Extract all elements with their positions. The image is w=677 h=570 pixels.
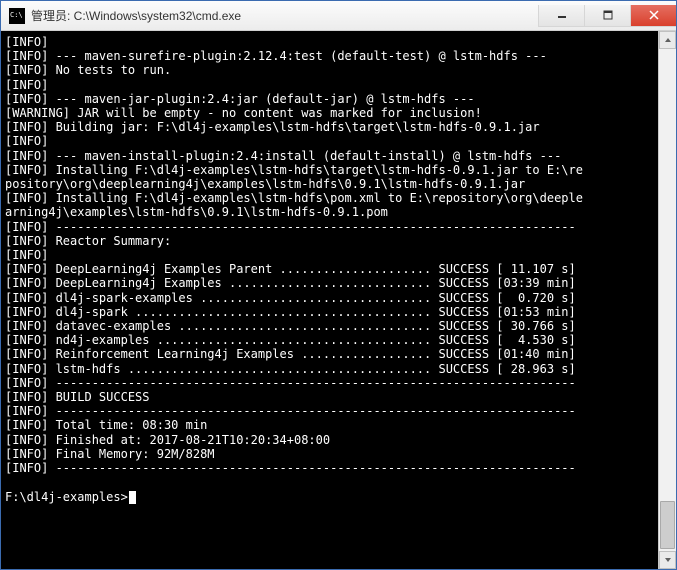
console-line: [INFO]	[5, 78, 48, 92]
console-line: [INFO] ---------------------------------…	[5, 461, 576, 475]
close-button[interactable]	[630, 5, 676, 27]
console-line: [INFO] Reactor Summary:	[5, 234, 171, 248]
console-line: [INFO]	[5, 248, 48, 262]
maximize-icon	[603, 10, 613, 20]
console-line: arning4j\examples\lstm-hdfs\0.9.1\lstm-h…	[5, 205, 388, 219]
console-line: [INFO] Building jar: F:\dl4j-examples\ls…	[5, 120, 540, 134]
console-line: [INFO] Installing F:\dl4j-examples\lstm-…	[5, 163, 583, 177]
close-icon	[649, 10, 659, 20]
console-line: [INFO] --- maven-surefire-plugin:2.12.4:…	[5, 49, 547, 63]
console-line: [INFO] --- maven-jar-plugin:2.4:jar (def…	[5, 92, 475, 106]
console-line: [INFO] nd4j-examples ...................…	[5, 333, 576, 347]
console-line: [WARNING] JAR will be empty - no content…	[5, 106, 482, 120]
maximize-button[interactable]	[584, 5, 630, 27]
console-line: [INFO] ---------------------------------…	[5, 220, 576, 234]
cmd-icon	[9, 8, 25, 24]
console-prompt: F:\dl4j-examples>	[5, 490, 128, 504]
console-area[interactable]: [INFO] [INFO] --- maven-surefire-plugin:…	[1, 31, 676, 569]
console-line: [INFO] dl4j-spark ......................…	[5, 305, 576, 319]
console-line: [INFO]	[5, 134, 48, 148]
cmd-window: 管理员: C:\Windows\system32\cmd.exe [INFO] …	[0, 0, 677, 570]
console-line: [INFO] Installing F:\dl4j-examples\lstm-…	[5, 191, 583, 205]
console-line: [INFO] Final Memory: 92M/828M	[5, 447, 215, 461]
console-line: [INFO] DeepLearning4j Examples .........…	[5, 276, 576, 290]
minimize-icon	[557, 10, 567, 20]
scroll-thumb[interactable]	[660, 501, 675, 549]
console-output: [INFO] [INFO] --- maven-surefire-plugin:…	[5, 35, 670, 504]
minimize-button[interactable]	[538, 5, 584, 27]
chevron-up-icon	[664, 36, 672, 44]
console-line: [INFO] dl4j-spark-examples .............…	[5, 291, 576, 305]
window-title: 管理员: C:\Windows\system32\cmd.exe	[31, 7, 241, 24]
console-line: [INFO] ---------------------------------…	[5, 376, 576, 390]
console-line: [INFO] Total time: 08:30 min	[5, 418, 207, 432]
console-line: [INFO] lstm-hdfs .......................…	[5, 362, 576, 376]
scroll-down-button[interactable]	[659, 551, 676, 569]
scroll-up-button[interactable]	[659, 31, 676, 49]
console-line: [INFO] Reinforcement Learning4j Examples…	[5, 347, 576, 361]
console-line: [INFO] datavec-examples ................…	[5, 319, 576, 333]
console-line: [INFO] DeepLearning4j Examples Parent ..…	[5, 262, 576, 276]
scroll-track[interactable]	[659, 49, 676, 551]
chevron-down-icon	[664, 556, 672, 564]
console-line: [INFO] Finished at: 2017-08-21T10:20:34+…	[5, 433, 330, 447]
window-buttons	[538, 5, 676, 27]
console-line: pository\org\deeplearning4j\examples\lst…	[5, 177, 525, 191]
scrollbar[interactable]	[658, 31, 676, 569]
console-line: [INFO]	[5, 35, 48, 49]
console-line: [INFO] ---------------------------------…	[5, 404, 576, 418]
cursor	[129, 491, 136, 504]
console-line: [INFO] --- maven-install-plugin:2.4:inst…	[5, 149, 561, 163]
console-line: [INFO] BUILD SUCCESS	[5, 390, 150, 404]
titlebar[interactable]: 管理员: C:\Windows\system32\cmd.exe	[1, 1, 676, 31]
console-line: [INFO] No tests to run.	[5, 63, 171, 77]
